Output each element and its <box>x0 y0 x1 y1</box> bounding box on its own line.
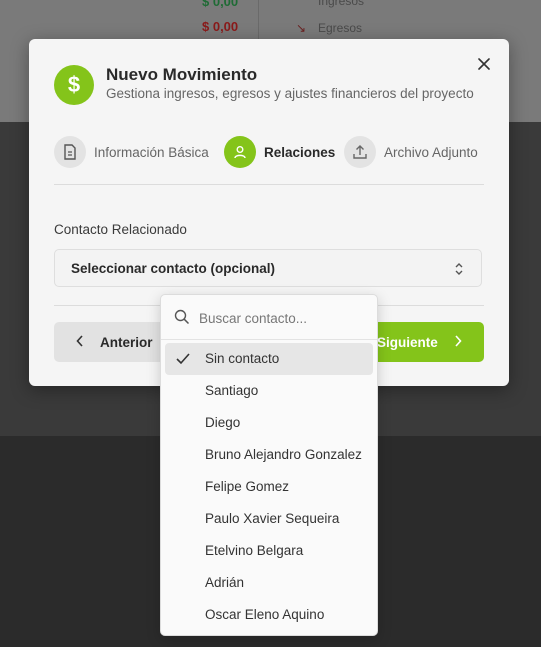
divider <box>54 184 484 185</box>
chevron-up-down-icon <box>455 263 463 275</box>
option-label: Sin contacto <box>205 351 280 366</box>
previous-button-label: Anterior <box>100 334 153 350</box>
option-label: Bruno Alejandro Gonzalez <box>205 447 362 462</box>
option-label: Etelvino Belgara <box>205 543 304 558</box>
contact-select[interactable]: Seleccionar contacto (opcional) <box>54 249 482 287</box>
contact-options-list: Sin contacto Santiago Diego Bruno Alejan… <box>165 343 373 631</box>
next-button-label: Siguiente <box>377 334 438 350</box>
previous-button[interactable]: Anterior <box>54 322 166 362</box>
legend-income: Ingresos <box>318 0 365 8</box>
step-label: Archivo Adjunto <box>384 144 478 160</box>
list-item[interactable]: Paulo Xavier Sequeira <box>165 503 373 535</box>
list-item[interactable]: Felipe Gomez <box>165 471 373 503</box>
step-relations[interactable]: Relaciones <box>224 136 335 168</box>
option-label: Adrián <box>205 575 245 590</box>
trend-down-icon: ↘ <box>296 21 307 35</box>
option-label: Felipe Gomez <box>205 479 290 494</box>
option-label: Diego <box>205 415 241 430</box>
chevron-left-icon <box>76 334 84 351</box>
option-label: Santiago <box>205 383 259 398</box>
chevron-right-icon <box>454 334 462 351</box>
check-icon <box>176 353 190 365</box>
contact-search-input[interactable] <box>197 305 371 331</box>
document-icon <box>54 136 86 168</box>
list-item[interactable]: Oscar Eleno Aquino <box>165 599 373 631</box>
option-label: Paulo Xavier Sequeira <box>205 511 340 526</box>
list-item[interactable]: Santiago <box>165 375 373 407</box>
close-icon[interactable] <box>475 55 493 73</box>
dropdown-search <box>161 295 377 340</box>
step-label: Relaciones <box>264 144 336 160</box>
stepper: Información Básica Relaciones Archivo Ad… <box>54 136 484 168</box>
dollar-icon: $ <box>54 65 94 105</box>
contact-dropdown: Sin contacto Santiago Diego Bruno Alejan… <box>160 294 378 636</box>
income-value: $ 0,00 <box>202 0 239 9</box>
option-sin-contacto[interactable]: Sin contacto <box>165 343 373 375</box>
step-basic-info[interactable]: Información Básica <box>54 136 209 168</box>
dialog-title: Nuevo Movimiento <box>106 65 258 84</box>
option-label: Oscar Eleno Aquino <box>205 607 325 622</box>
list-item[interactable]: Diego <box>165 407 373 439</box>
background-divider <box>258 0 259 40</box>
list-item[interactable]: Adrián <box>165 567 373 599</box>
user-icon <box>224 136 256 168</box>
legend-expense: Egresos <box>318 21 363 35</box>
list-item[interactable]: Etelvino Belgara <box>165 535 373 567</box>
expense-value: $ 0,00 <box>202 19 239 34</box>
dialog-subtitle: Gestiona ingresos, egresos y ajustes fin… <box>106 86 474 101</box>
search-icon <box>174 309 190 325</box>
contact-field-label: Contacto Relacionado <box>54 222 187 237</box>
list-item[interactable]: Bruno Alejandro Gonzalez <box>165 439 373 471</box>
step-attachment[interactable]: Archivo Adjunto <box>344 136 478 168</box>
step-label: Información Básica <box>94 144 209 160</box>
contact-select-value: Seleccionar contacto (opcional) <box>71 260 276 276</box>
upload-icon <box>344 136 376 168</box>
